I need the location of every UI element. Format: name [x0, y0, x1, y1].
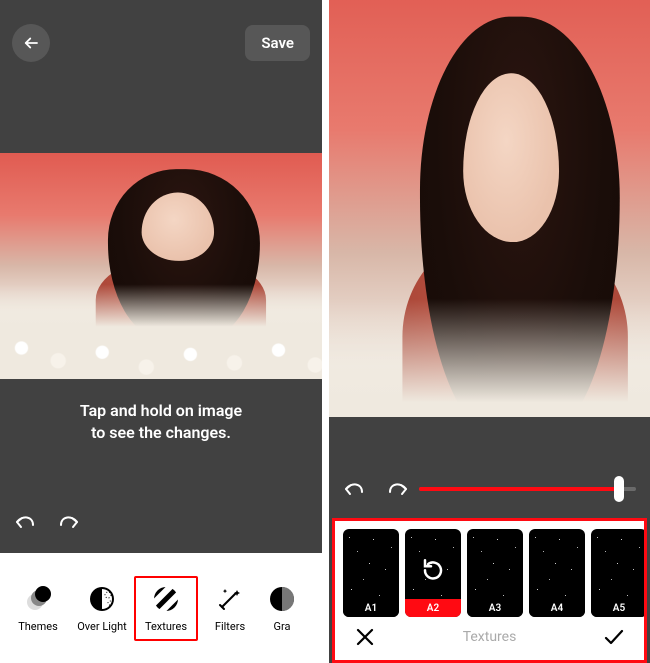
undo-icon — [342, 479, 366, 499]
tool-label: Filters — [215, 620, 245, 633]
hint-line: to see the changes. — [20, 422, 302, 444]
thumb-label: A4 — [529, 599, 585, 617]
redo-button[interactable] — [385, 476, 411, 502]
tool-textures[interactable]: Textures — [134, 576, 198, 641]
back-button[interactable] — [12, 24, 50, 62]
tool-gradient[interactable]: Gra — [262, 578, 302, 639]
tool-toolbar: Themes Over Light Textures Filters Gra — [0, 553, 322, 663]
redo-icon — [57, 512, 81, 532]
preview-image[interactable] — [329, 0, 650, 417]
arrow-left-icon — [22, 34, 40, 52]
cancel-button[interactable] — [353, 625, 377, 649]
over-light-icon — [87, 584, 117, 614]
topbar: Save — [0, 0, 322, 85]
texture-thumb-row: A1 A2 A3 A4 A5 — [335, 521, 644, 619]
photo-content — [0, 153, 322, 379]
editor-panel-textures: A1 A2 A3 A4 A5 — [329, 0, 650, 663]
texture-thumb-a3[interactable]: A3 — [467, 529, 523, 617]
reset-icon — [419, 556, 447, 584]
thumb-label: A1 — [343, 599, 399, 617]
themes-icon — [23, 584, 53, 614]
hint-text: Tap and hold on image to see the changes… — [0, 390, 322, 453]
tool-label: Gra — [274, 620, 291, 633]
tool-label: Over Light — [77, 620, 127, 633]
slider-track — [419, 487, 636, 491]
undo-redo-group — [12, 509, 82, 535]
drawer-actions: Textures — [335, 619, 644, 655]
close-icon — [355, 627, 375, 647]
save-button[interactable]: Save — [245, 25, 310, 61]
thumb-label: A5 — [591, 599, 644, 617]
slider-thumb[interactable] — [614, 476, 624, 502]
texture-thumb-a5[interactable]: A5 — [591, 529, 644, 617]
thumb-label: A3 — [467, 599, 523, 617]
slider-fill — [419, 487, 619, 491]
undo-button[interactable] — [12, 509, 38, 535]
thumb-label: A2 — [405, 599, 461, 617]
texture-thumb-a4[interactable]: A4 — [529, 529, 585, 617]
undo-icon — [13, 512, 37, 532]
texture-thumb-a2[interactable]: A2 — [405, 529, 461, 617]
editor-panel-tools: Save Tap and hold on image to see the ch… — [0, 0, 322, 663]
tool-filters[interactable]: Filters — [198, 578, 262, 639]
tool-label: Themes — [18, 620, 58, 633]
tool-label: Textures — [145, 620, 187, 633]
tool-over-light[interactable]: Over Light — [70, 578, 134, 639]
undo-redo-group — [341, 476, 411, 502]
hint-line: Tap and hold on image — [20, 400, 302, 422]
gradient-icon — [267, 584, 297, 614]
redo-button[interactable] — [56, 509, 82, 535]
photo-content — [329, 0, 650, 417]
texture-thumb-a1[interactable]: A1 — [343, 529, 399, 617]
filters-icon — [215, 584, 245, 614]
drawer-title: Textures — [463, 629, 517, 645]
check-icon — [603, 627, 625, 647]
textures-drawer: A1 A2 A3 A4 A5 — [332, 518, 647, 663]
redo-icon — [386, 479, 410, 499]
confirm-button[interactable] — [602, 625, 626, 649]
intensity-slider[interactable] — [419, 476, 636, 502]
undo-button[interactable] — [341, 476, 367, 502]
preview-image[interactable] — [0, 153, 322, 379]
textures-icon — [151, 584, 181, 614]
tool-themes[interactable]: Themes — [6, 578, 70, 639]
